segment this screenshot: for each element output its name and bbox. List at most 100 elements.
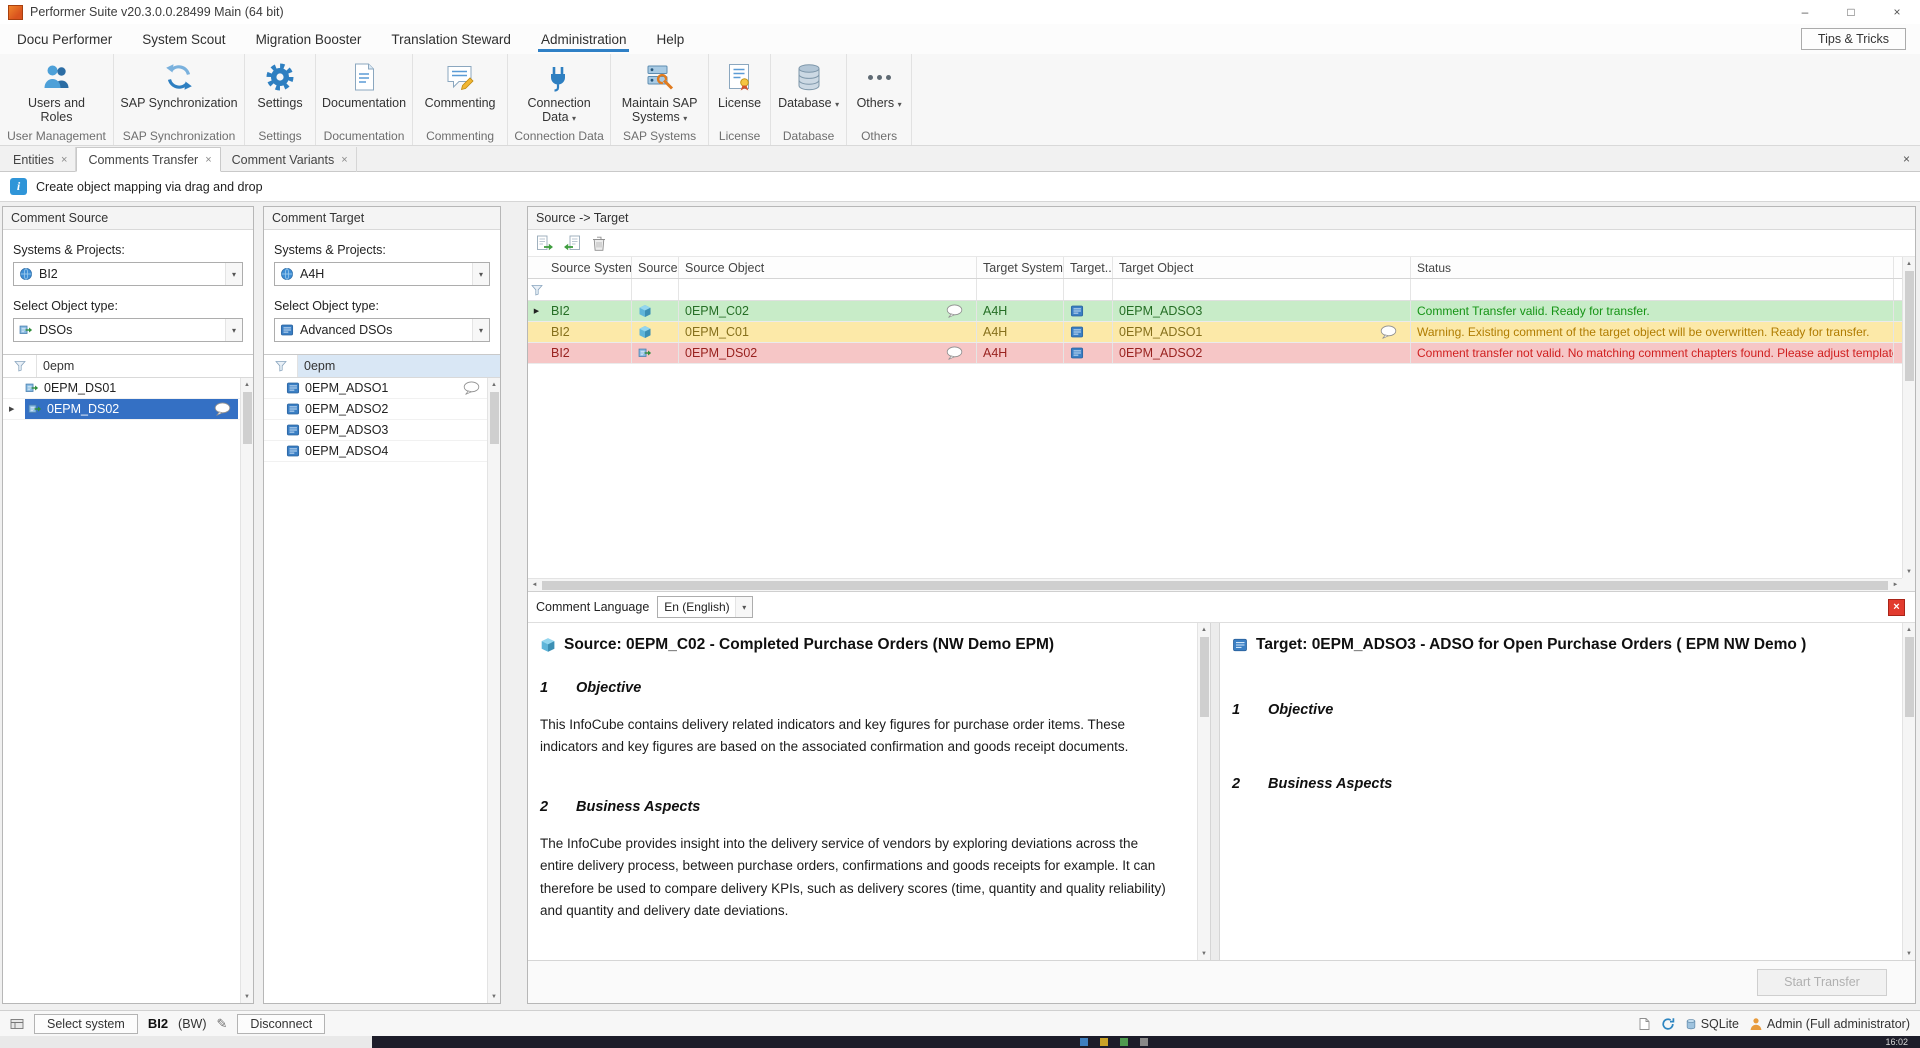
users-and-roles-button[interactable]: Users and Roles (20, 59, 94, 126)
scroll-down-icon[interactable]: ▼ (488, 990, 500, 1003)
scroll-thumb[interactable] (542, 581, 1888, 590)
scroll-thumb[interactable] (1905, 637, 1914, 717)
scroll-down-icon[interactable]: ▼ (1198, 947, 1210, 960)
tree-item-0epm-adso2[interactable]: 0EPM_ADSO2 (264, 399, 487, 420)
source-object-type-combo[interactable]: DSOs ▾ (13, 318, 243, 342)
menu-administration[interactable]: Administration (526, 24, 642, 54)
column-header[interactable]: Source Object (679, 257, 977, 278)
tab-entities[interactable]: Entities × (2, 147, 76, 172)
pane-splitter[interactable] (1210, 623, 1220, 960)
filter-text[interactable]: 0epm (298, 355, 500, 377)
tree-item-0epm-ds01[interactable]: 0EPM_DS01 (3, 378, 240, 399)
menu-help[interactable]: Help (641, 24, 699, 54)
scrollbar-vertical[interactable]: ▲ ▼ (240, 378, 253, 1003)
scroll-up-icon[interactable]: ▲ (1903, 623, 1915, 636)
scroll-right-icon[interactable]: ► (1889, 579, 1902, 591)
combo-arrow-icon[interactable]: ▾ (225, 263, 242, 285)
comment-language-combo[interactable]: En (English) ▾ (657, 596, 753, 618)
filter-funnel-icon[interactable] (528, 279, 545, 300)
scrollbar-vertical[interactable]: ▲ ▼ (1902, 623, 1915, 960)
column-header[interactable]: Source System (545, 257, 632, 278)
expand-arrow-icon[interactable]: ▶ (534, 307, 539, 315)
log-page-icon[interactable] (1637, 1017, 1651, 1031)
target-object-type-combo[interactable]: Advanced DSOs ▾ (274, 318, 490, 342)
start-transfer-button[interactable]: Start Transfer (1757, 969, 1887, 996)
scroll-up-icon[interactable]: ▲ (1198, 623, 1210, 636)
connection-data-button[interactable]: Connection Data ▾ (517, 59, 601, 126)
scrollbar-vertical[interactable]: ▲ ▼ (1197, 623, 1210, 960)
filter-funnel-icon[interactable] (3, 355, 37, 377)
column-header[interactable]: Status (1411, 257, 1894, 278)
tree-item-0epm-adso1[interactable]: 0EPM_ADSO1 (264, 378, 487, 399)
close-button[interactable]: × (1874, 0, 1920, 24)
close-preview-button[interactable]: × (1888, 599, 1905, 616)
menu-translation-steward[interactable]: Translation Steward (376, 24, 526, 54)
tree-item-0epm-ds02[interactable]: ▶ 0EPM_DS02 (3, 399, 240, 420)
tab-close-icon[interactable]: × (341, 154, 347, 166)
tips-tricks-button[interactable]: Tips & Tricks (1801, 28, 1906, 50)
transfer-out-icon[interactable] (536, 234, 554, 252)
select-system-button[interactable]: Select system (34, 1014, 138, 1034)
table-filter-row[interactable] (528, 279, 1902, 301)
combo-arrow-icon[interactable]: ▾ (225, 319, 242, 341)
others-button[interactable]: Others ▾ (851, 59, 908, 111)
column-header[interactable]: Target Object (1113, 257, 1411, 278)
taskbar-app-icon[interactable] (1140, 1038, 1148, 1046)
table-row-warning[interactable]: BI2 0EPM_C01 A4H 0EPM_ADSO1 Warning. Exi… (528, 322, 1902, 343)
tab-close-icon[interactable]: × (205, 154, 211, 166)
settings-button[interactable]: Settings (251, 59, 308, 111)
commenting-button[interactable]: Commenting (419, 59, 502, 111)
scroll-thumb[interactable] (1200, 637, 1209, 717)
tree-filter-row[interactable]: 0epm (3, 355, 253, 378)
tree-item-0epm-adso3[interactable]: 0EPM_ADSO3 (264, 420, 487, 441)
scroll-left-icon[interactable]: ◄ (528, 579, 541, 591)
combo-arrow-icon[interactable]: ▾ (472, 263, 489, 285)
scroll-down-icon[interactable]: ▼ (241, 990, 253, 1003)
tab-comments-transfer[interactable]: Comments Transfer × (76, 147, 220, 172)
tab-close-icon[interactable]: × (61, 154, 67, 166)
scroll-down-icon[interactable]: ▼ (1903, 565, 1915, 578)
taskbar-app-icon[interactable] (1080, 1038, 1088, 1046)
source-system-combo[interactable]: BI2 ▾ (13, 262, 243, 286)
filter-text[interactable]: 0epm (37, 355, 253, 377)
combo-arrow-icon[interactable]: ▾ (735, 597, 752, 617)
scrollbar-vertical[interactable]: ▲ ▼ (487, 378, 500, 1003)
maximize-button[interactable]: □ (1828, 0, 1874, 24)
maintain-sap-systems-button[interactable]: Maintain SAP Systems ▾ (615, 59, 705, 126)
documentation-button[interactable]: Documentation (316, 59, 412, 111)
scroll-thumb[interactable] (490, 392, 499, 444)
pencil-icon[interactable]: ✎ (217, 1016, 228, 1032)
tab-comment-variants[interactable]: Comment Variants × (221, 147, 357, 172)
license-button[interactable]: License (712, 59, 767, 111)
expand-arrow-icon[interactable]: ▶ (9, 405, 14, 413)
minimize-button[interactable]: – (1782, 0, 1828, 24)
column-header[interactable]: Target... (1064, 257, 1113, 278)
scroll-thumb[interactable] (1905, 271, 1914, 381)
scrollbar-vertical[interactable]: ▲ ▼ (1902, 257, 1915, 578)
scroll-up-icon[interactable]: ▲ (241, 378, 253, 391)
tree-filter-row[interactable]: 0epm (264, 355, 500, 378)
transfer-in-icon[interactable] (563, 234, 581, 252)
scroll-up-icon[interactable]: ▲ (488, 378, 500, 391)
tree-item-0epm-adso4[interactable]: 0EPM_ADSO4 (264, 441, 487, 462)
scroll-up-icon[interactable]: ▲ (1903, 257, 1915, 270)
delete-mapping-icon[interactable] (590, 234, 608, 252)
table-row-valid[interactable]: ▶ BI2 0EPM_C02 A4H 0EPM_ADSO3 Comment Tr… (528, 301, 1902, 322)
scroll-down-icon[interactable]: ▼ (1903, 947, 1915, 960)
scrollbar-horizontal[interactable]: ◄ ► (528, 578, 1902, 591)
taskbar-app-icon[interactable] (1120, 1038, 1128, 1046)
menu-docu-performer[interactable]: Docu Performer (2, 24, 127, 54)
combo-arrow-icon[interactable]: ▾ (472, 319, 489, 341)
target-system-combo[interactable]: A4H ▾ (274, 262, 490, 286)
table-row-invalid[interactable]: BI2 0EPM_DS02 A4H 0EPM_ADSO2 Comment tra… (528, 343, 1902, 364)
filter-funnel-icon[interactable] (264, 355, 298, 377)
database-button[interactable]: Database ▾ (772, 59, 845, 111)
scroll-thumb[interactable] (243, 392, 252, 444)
close-all-tabs-icon[interactable]: × (1903, 152, 1910, 166)
target-document-pane[interactable]: Target: 0EPM_ADSO3 - ADSO for Open Purch… (1220, 623, 1915, 960)
column-header[interactable]: Target System (977, 257, 1064, 278)
disconnect-button[interactable]: Disconnect (237, 1014, 325, 1034)
refresh-icon[interactable] (1661, 1017, 1675, 1031)
menu-migration-booster[interactable]: Migration Booster (241, 24, 377, 54)
menu-system-scout[interactable]: System Scout (127, 24, 240, 54)
